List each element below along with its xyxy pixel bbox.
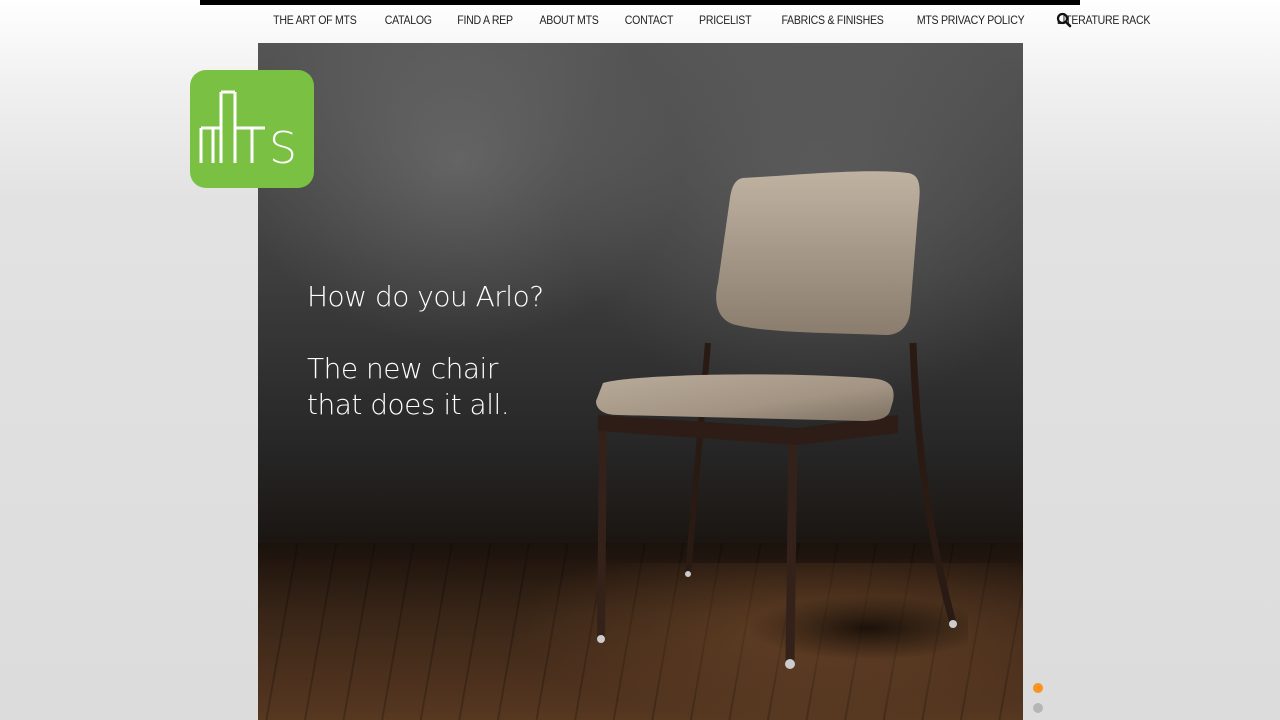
nav-item-find-a-rep[interactable]: FIND A REP: [449, 13, 521, 27]
search-icon[interactable]: [1056, 12, 1072, 28]
nav-item-art-of-mts[interactable]: THE ART OF MTS: [265, 13, 365, 27]
logo-s-letter: S: [269, 123, 297, 174]
mts-logo[interactable]: S: [190, 70, 314, 188]
slider-dot-1[interactable]: [1033, 683, 1043, 693]
nav-item-pricelist[interactable]: PRICELIST: [691, 13, 760, 27]
chair-image: [568, 153, 988, 720]
hero-slide[interactable]: How do you Arlo? The new chair that does…: [258, 43, 1023, 720]
nav-item-contact[interactable]: CONTACT: [617, 13, 682, 27]
nav-item-about-mts[interactable]: ABOUT MTS: [531, 13, 607, 27]
hero-headline: How do you Arlo?: [307, 280, 544, 313]
hero-subline-2: that does it all.: [307, 388, 510, 421]
main-nav: THE ART OF MTS CATALOG FIND A REP ABOUT …: [258, 5, 1150, 35]
nav-item-catalog[interactable]: CATALOG: [376, 13, 440, 27]
hero-subline-1: The new chair: [307, 352, 498, 385]
hero-caption: How do you Arlo? The new chair that does…: [307, 279, 544, 423]
slider-dot-2[interactable]: [1033, 703, 1043, 713]
nav-item-fabrics-finishes[interactable]: FABRICS & FINISHES: [773, 13, 892, 27]
nav-item-privacy-policy[interactable]: MTS PRIVACY POLICY: [908, 13, 1032, 27]
